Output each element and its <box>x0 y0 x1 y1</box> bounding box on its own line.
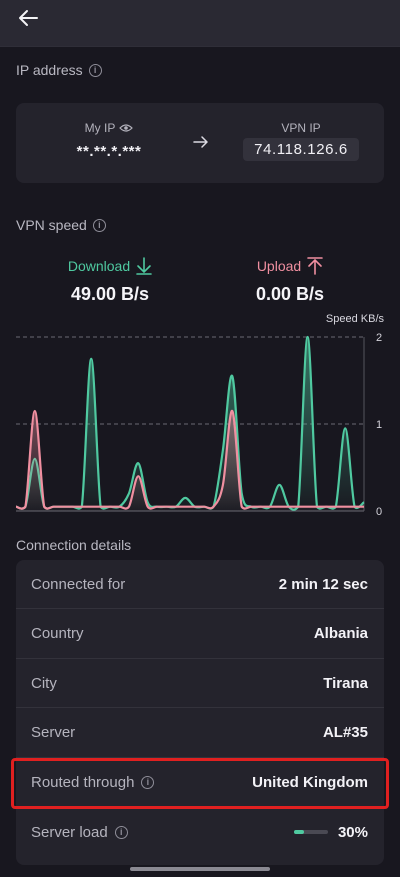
download-value: 49.00 B/s <box>70 284 150 304</box>
arrow-right-icon <box>193 136 208 148</box>
y-tick-label: 2 <box>376 332 382 344</box>
row-key: Server load i <box>31 824 128 841</box>
info-icon[interactable]: i <box>141 775 155 789</box>
my-ip-value: **.**.*.*** <box>76 143 142 160</box>
row-value: AL#35 <box>322 724 368 741</box>
upload-value: 0.00 B/s <box>255 284 325 304</box>
download-block: Download 49.00 B/s <box>30 256 190 305</box>
vpn-ip-block: VPN IP 74.118.126.6 <box>226 103 376 183</box>
my-ip-label-text: My IP <box>84 121 116 135</box>
speed-section-title: VPN speed i <box>16 217 106 233</box>
connection-details-card: Connected for 2 min 12 sec Country Alban… <box>16 560 384 865</box>
info-icon[interactable]: i <box>114 825 128 839</box>
my-ip-block: My IP **.**.*.*** <box>34 103 184 183</box>
row-routed-through: Routed through i United Kingdom <box>16 758 384 807</box>
chart-y-axis-label: Speed KB/s <box>325 313 384 325</box>
arrow-left-icon <box>19 10 38 26</box>
row-connected-for: Connected for 2 min 12 sec <box>16 560 384 609</box>
upload-arrow-icon <box>307 257 323 275</box>
server-load-value: 30% <box>337 823 368 841</box>
eye-icon[interactable] <box>119 123 134 133</box>
row-country: Country Albania <box>16 610 384 659</box>
vpn-ip-value: 74.118.126.6 <box>243 138 359 161</box>
y-tick-label: 1 <box>376 419 382 431</box>
back-button[interactable] <box>12 4 44 32</box>
ip-card: My IP **.**.*.*** VPN IP 74.118.126.6 <box>16 103 384 183</box>
row-value: Tirana <box>323 674 368 692</box>
info-icon[interactable]: i <box>92 218 106 232</box>
upload-label: Upload <box>256 258 302 274</box>
server-load-bar-fill <box>293 830 305 834</box>
row-value: United Kingdom <box>252 773 368 791</box>
my-ip-label: My IP <box>34 121 184 135</box>
speed-chart: 2 1 0 <box>15 332 382 518</box>
row-server-load: Server load i 30% <box>16 808 384 857</box>
speed-section-title-text: VPN speed <box>16 217 87 233</box>
top-bar <box>0 0 400 47</box>
row-value: Albania <box>313 625 368 642</box>
row-key: Country <box>31 625 84 642</box>
download-title: Download <box>30 256 190 276</box>
home-indicator[interactable] <box>130 867 270 871</box>
ip-section-title-text: IP address <box>16 62 83 78</box>
row-key-text: Server load <box>31 823 108 841</box>
vpn-ip-label: VPN IP <box>281 121 321 135</box>
y-tick-label: 0 <box>376 506 382 518</box>
upload-title: Upload <box>210 256 370 276</box>
row-key: City <box>31 674 57 692</box>
download-label: Download <box>67 258 131 274</box>
row-server: Server AL#35 <box>16 709 384 758</box>
row-city: City Tirana <box>16 659 384 708</box>
row-key: Routed through i <box>31 773 155 791</box>
row-value: 2 min 12 sec <box>278 575 368 593</box>
row-key: Connected for <box>31 575 126 593</box>
row-key-text: Routed through <box>31 773 135 791</box>
info-icon[interactable]: i <box>88 63 102 77</box>
row-key: Server <box>31 724 76 741</box>
details-section-title: Connection details <box>16 537 131 553</box>
ip-section-title: IP address i <box>16 62 102 78</box>
details-section-title-text: Connection details <box>16 537 132 553</box>
upload-block: Upload 0.00 B/s <box>210 256 370 305</box>
row-value: 30% <box>293 823 368 841</box>
server-load-bar <box>293 830 328 834</box>
download-arrow-icon <box>136 257 152 275</box>
